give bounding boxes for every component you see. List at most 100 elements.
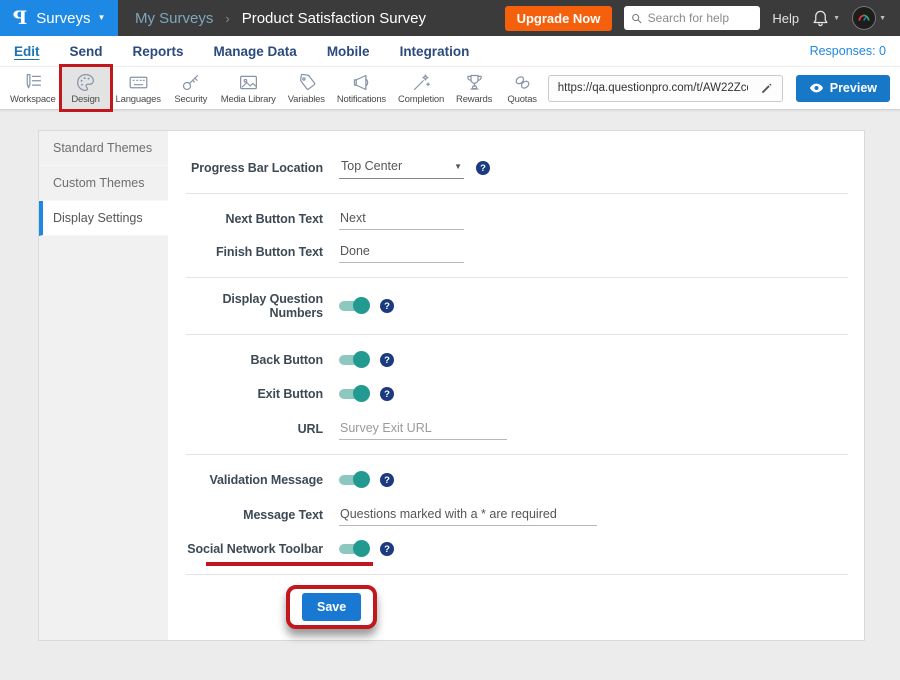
top-bar: P Surveys ▼ My Surveys › Product Satisfa… xyxy=(0,0,900,36)
survey-url-field xyxy=(548,75,783,102)
notifications-bell-button[interactable]: ▼ xyxy=(811,9,840,28)
validation-message-toggle[interactable] xyxy=(339,475,368,485)
divider xyxy=(186,193,848,194)
chevron-down-icon: ▼ xyxy=(833,15,840,22)
chevron-down-icon: ▼ xyxy=(454,162,462,171)
preview-button[interactable]: Preview xyxy=(796,75,890,102)
next-button-text-row: Next Button Text xyxy=(168,208,864,230)
breadcrumb-parent[interactable]: My Surveys xyxy=(135,10,213,27)
progress-bar-location-row: Progress Bar Location Top Center ▼ ? xyxy=(168,157,864,179)
progress-bar-location-select[interactable]: Top Center ▼ xyxy=(339,157,464,179)
settings-sidebar: Standard Themes Custom Themes Display Se… xyxy=(39,131,168,640)
toolbar-item-design[interactable]: Design xyxy=(62,67,110,109)
toolbar-item-media-library[interactable]: Media Library xyxy=(215,67,282,109)
help-icon[interactable]: ? xyxy=(380,473,394,487)
back-button-toggle[interactable] xyxy=(339,355,368,365)
help-icon[interactable]: ? xyxy=(476,161,490,175)
divider xyxy=(186,574,848,575)
message-text-input[interactable] xyxy=(339,505,597,526)
display-question-numbers-row: Display Question Numbers ? xyxy=(168,292,864,320)
product-menu[interactable]: P Surveys ▼ xyxy=(0,0,118,36)
questionpro-logo-icon: P xyxy=(13,7,27,29)
toolbar-item-languages[interactable]: Languages xyxy=(110,67,167,109)
exit-button-toggle[interactable] xyxy=(339,389,368,399)
breadcrumb-separator-icon: › xyxy=(225,11,229,26)
search-icon xyxy=(631,12,642,25)
social-network-toolbar-label: Social Network Toolbar xyxy=(168,542,323,556)
design-settings-card: Standard Themes Custom Themes Display Se… xyxy=(38,130,865,641)
magic-wand-icon xyxy=(411,72,432,93)
validation-message-label: Validation Message xyxy=(168,473,323,487)
bell-icon xyxy=(811,9,830,28)
sidebar-item-standard-themes[interactable]: Standard Themes xyxy=(39,131,168,166)
display-question-numbers-toggle[interactable] xyxy=(339,301,368,311)
toolbar-item-notifications[interactable]: Notifications xyxy=(331,67,392,109)
help-icon[interactable]: ? xyxy=(380,387,394,401)
tab-send[interactable]: Send xyxy=(70,41,103,62)
toolbar-item-security[interactable]: Security xyxy=(167,67,215,109)
toolbar-item-completion[interactable]: Completion xyxy=(392,67,450,109)
toolbar-item-rewards[interactable]: Rewards xyxy=(450,67,498,109)
help-icon[interactable]: ? xyxy=(380,299,394,313)
divider xyxy=(186,334,848,335)
edit-url-button[interactable] xyxy=(752,76,782,101)
exit-url-input[interactable] xyxy=(339,419,507,440)
help-link[interactable]: Help xyxy=(772,11,799,26)
divider xyxy=(186,454,848,455)
annotation-red-box: Save xyxy=(286,585,377,629)
tab-edit[interactable]: Edit xyxy=(14,41,40,62)
display-settings-form: Progress Bar Location Top Center ▼ ? Nex… xyxy=(168,131,864,640)
tag-icon xyxy=(296,72,317,93)
validation-message-row: Validation Message ? xyxy=(168,469,864,491)
pencil-icon xyxy=(760,82,773,95)
next-button-text-label: Next Button Text xyxy=(168,212,323,226)
account-menu-button[interactable]: ▼ xyxy=(852,6,886,30)
image-icon xyxy=(238,72,259,93)
back-button-label: Back Button xyxy=(168,353,323,367)
message-text-label: Message Text xyxy=(168,508,323,522)
workspace-icon xyxy=(22,72,43,93)
finish-button-text-input[interactable] xyxy=(339,242,464,263)
help-icon[interactable]: ? xyxy=(380,542,394,556)
exit-url-row: URL xyxy=(168,418,864,440)
exit-button-label: Exit Button xyxy=(168,387,323,401)
keyboard-icon xyxy=(128,72,149,93)
tab-manage-data[interactable]: Manage Data xyxy=(214,41,297,62)
social-network-toolbar-toggle[interactable] xyxy=(339,544,368,554)
search-input[interactable] xyxy=(648,11,754,25)
save-button[interactable]: Save xyxy=(302,593,361,621)
breadcrumb-current: Product Satisfaction Survey xyxy=(242,10,426,27)
exit-url-label: URL xyxy=(168,422,323,436)
message-text-row: Message Text xyxy=(168,504,864,526)
help-icon[interactable]: ? xyxy=(380,353,394,367)
annotation-red-underline xyxy=(206,562,373,566)
tab-mobile[interactable]: Mobile xyxy=(327,41,370,62)
next-button-text-input[interactable] xyxy=(339,209,464,230)
chevron-down-icon: ▼ xyxy=(97,14,105,22)
exit-button-row: Exit Button ? xyxy=(168,383,864,405)
eye-icon xyxy=(809,82,824,94)
social-network-toolbar-row: Social Network Toolbar ? xyxy=(168,538,864,560)
avatar xyxy=(852,6,876,30)
save-area: Save xyxy=(168,585,864,629)
tab-reports[interactable]: Reports xyxy=(133,41,184,62)
toolbar-item-variables[interactable]: Variables xyxy=(282,67,331,109)
edit-toolbar: Workspace Design Languages Security Medi… xyxy=(0,66,900,110)
breadcrumb: My Surveys › Product Satisfaction Survey xyxy=(135,10,426,27)
upgrade-now-button[interactable]: Upgrade Now xyxy=(505,6,613,31)
help-search[interactable] xyxy=(624,6,760,30)
responses-count[interactable]: Responses: 0 xyxy=(810,44,886,58)
tab-integration[interactable]: Integration xyxy=(400,41,470,62)
sidebar-item-display-settings[interactable]: Display Settings xyxy=(39,201,168,236)
sidebar-item-custom-themes[interactable]: Custom Themes xyxy=(39,166,168,201)
product-menu-label: Surveys xyxy=(36,10,90,27)
key-icon xyxy=(180,72,201,93)
megaphone-icon xyxy=(351,72,372,93)
palette-icon xyxy=(75,72,96,93)
toolbar-item-workspace[interactable]: Workspace xyxy=(4,67,62,109)
toolbar-item-quotas[interactable]: Quotas xyxy=(498,67,546,109)
finish-button-text-label: Finish Button Text xyxy=(168,245,323,259)
survey-url-input[interactable] xyxy=(549,82,752,94)
chain-links-icon xyxy=(512,72,533,93)
divider xyxy=(186,277,848,278)
